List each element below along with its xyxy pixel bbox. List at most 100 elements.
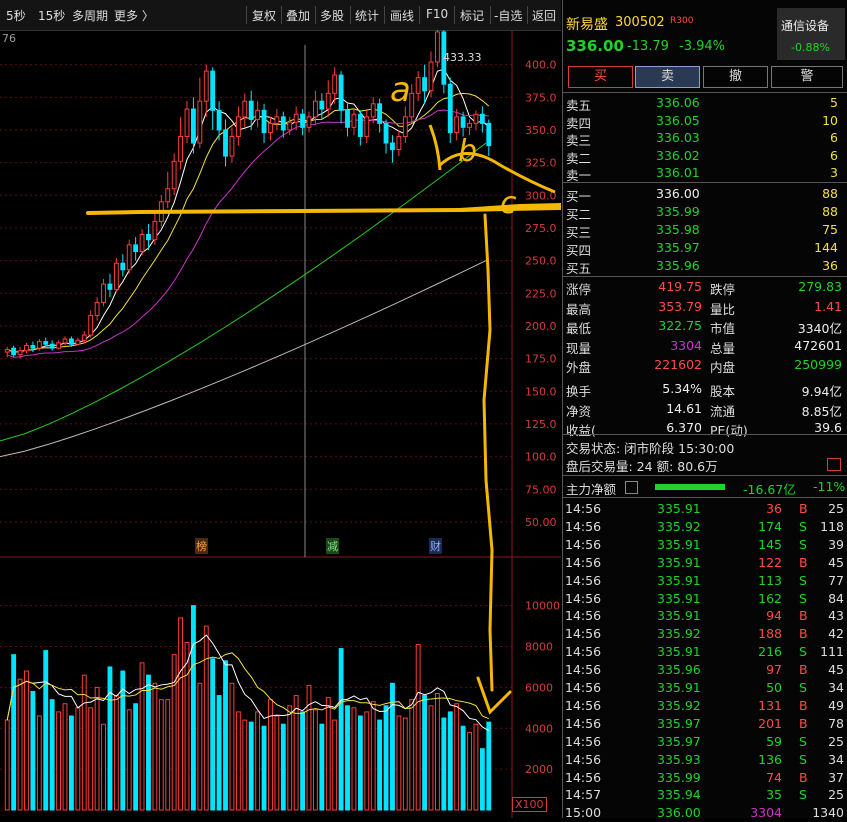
tick-side: S [799, 590, 807, 606]
volume-bar [357, 715, 363, 811]
candle-body [126, 244, 132, 271]
more-periods-button[interactable]: 更多 〉 [114, 7, 154, 24]
level-qty: 6 [830, 147, 838, 163]
ask-row[interactable]: 卖四 336.05 10 [563, 112, 847, 131]
tick-row[interactable]: 14:57 335.94 35 S 25 [563, 786, 847, 804]
volume-bar [197, 682, 203, 811]
volume-bar [338, 648, 344, 811]
tick-row[interactable]: 14:56 335.97 201 B 78 [563, 715, 847, 733]
tick-row[interactable]: 15:00 336.00 3304 1340 [563, 804, 847, 822]
tick-row[interactable]: 14:56 335.91 145 S 39 [563, 536, 847, 554]
level-price: 335.97 [656, 240, 700, 255]
price-tick-label: 50.00 [525, 516, 557, 529]
tick-time: 14:56 [565, 769, 602, 785]
adjust-button[interactable]: 复权 [252, 7, 276, 24]
bid-row[interactable]: 买四 335.97 144 [563, 239, 847, 258]
volume-bar [184, 641, 190, 811]
sell-button[interactable]: 卖 [635, 66, 700, 88]
tick-row[interactable]: 14:56 335.91 36 B 25 [563, 500, 847, 518]
tick-row[interactable]: 14:56 335.91 216 S 111 [563, 643, 847, 661]
period-15s[interactable]: 15秒 [38, 7, 65, 24]
tick-row[interactable]: 14:56 335.91 113 S 77 [563, 572, 847, 590]
tick-row[interactable]: 14:56 335.91 50 S 34 [563, 679, 847, 697]
bid-row[interactable]: 买五 335.96 36 [563, 257, 847, 276]
bar-chart-icon[interactable] [827, 458, 841, 471]
tick-row[interactable]: 14:56 335.92 131 B 49 [563, 697, 847, 715]
volume-tick-label: 10000 [525, 600, 560, 613]
event-tag-reduce[interactable]: 减 [326, 538, 339, 554]
candle-body [146, 233, 151, 241]
bid-row[interactable]: 买二 335.99 88 [563, 203, 847, 222]
multi-period-button[interactable]: 多周期 [72, 7, 108, 24]
candle-body [338, 74, 344, 111]
level-qty: 144 [814, 240, 838, 255]
candle-body [216, 109, 222, 131]
candle-body [120, 262, 126, 271]
remove-watchlist-button[interactable]: -自选 [494, 7, 522, 24]
volume-bar [332, 719, 338, 811]
candle-body [223, 129, 228, 157]
ask-row[interactable]: 卖二 336.02 6 [563, 147, 847, 166]
volume-bar [235, 711, 241, 811]
draw-line-button[interactable]: 画线 [390, 7, 414, 24]
buy-button[interactable]: 买 [568, 66, 633, 88]
tick-row[interactable]: 14:56 335.97 59 S 25 [563, 733, 847, 751]
bid-row[interactable]: 买三 335.98 75 [563, 221, 847, 240]
kline-chart[interactable]: 400.0 375.0 350.0 325.0 300.0 275.0 250.0 225.0… [0, 30, 561, 818]
volume-bar [396, 715, 402, 811]
volume-bar [300, 711, 306, 811]
tick-row[interactable]: 14:56 335.91 162 S 84 [563, 590, 847, 608]
candle-body [422, 77, 428, 92]
level-qty: 88 [822, 186, 838, 201]
stat-row: 涨停 419.75 跌停 279.83 [563, 278, 847, 297]
volume-bar [210, 658, 216, 811]
back-button[interactable]: 返回 [532, 7, 556, 24]
ask-row[interactable]: 卖五 336.06 5 [563, 94, 847, 113]
f10-button[interactable]: F10 [426, 7, 448, 21]
ask-row[interactable]: 卖三 336.03 6 [563, 129, 847, 148]
volume-bar [190, 605, 196, 811]
price-tick-label: 250.0 [525, 255, 557, 268]
candle-body [62, 338, 68, 344]
tick-row[interactable]: 14:56 335.91 94 B 43 [563, 607, 847, 625]
volume-bar [107, 666, 113, 811]
period-5s[interactable]: 5秒 [6, 7, 26, 24]
overlay-button[interactable]: 叠加 [286, 7, 310, 24]
tick-side: S [799, 680, 807, 695]
tick-row[interactable]: 14:56 335.92 174 S 118 [563, 518, 847, 536]
menu-icon[interactable] [625, 481, 638, 494]
tick-count: 111 [820, 644, 844, 660]
candle-body [4, 348, 10, 353]
candle-body [486, 122, 492, 147]
tick-volume: 59 [766, 733, 782, 749]
tick-row[interactable]: 14:56 335.91 122 B 45 [563, 554, 847, 572]
sector-box[interactable]: 通信设备 -0.88% [777, 8, 845, 60]
volume-bar [30, 690, 36, 811]
trade-state: 交易状态: 闭市阶段 15:30:00 [566, 441, 735, 456]
ask-row[interactable]: 卖一 336.01 3 [563, 164, 847, 183]
tick-count: 49 [828, 697, 844, 713]
event-tag-finance[interactable]: 财 [429, 538, 442, 554]
candle-body [178, 135, 184, 162]
cancel-order-button[interactable]: 撤 [703, 66, 768, 88]
candle-body [377, 103, 383, 124]
event-tag-list[interactable]: 榜 [195, 538, 208, 554]
alert-button[interactable]: 警 [771, 66, 843, 88]
volume-bar [325, 697, 331, 811]
candle-body [261, 109, 267, 134]
tick-volume: 113 [758, 572, 782, 588]
tick-row[interactable]: 14:56 335.93 136 S 34 [563, 751, 847, 769]
tick-row[interactable]: 14:56 335.96 97 B 45 [563, 661, 847, 679]
tick-row[interactable]: 14:56 335.99 74 B 37 [563, 769, 847, 787]
level-qty: 88 [822, 204, 838, 219]
tick-time: 14:56 [565, 715, 602, 731]
candle-body [351, 113, 357, 128]
candle-body [88, 314, 94, 336]
mark-button[interactable]: 标记 [460, 7, 484, 24]
stat-value: 6.370 [666, 420, 702, 436]
bid-row[interactable]: 买一 336.00 88 [563, 185, 847, 204]
tick-row[interactable]: 14:56 335.92 188 B 42 [563, 625, 847, 643]
multi-stock-button[interactable]: 多股 [320, 7, 344, 24]
statistics-button[interactable]: 统计 [355, 7, 379, 24]
stock-name: 新易盛 [566, 17, 608, 33]
